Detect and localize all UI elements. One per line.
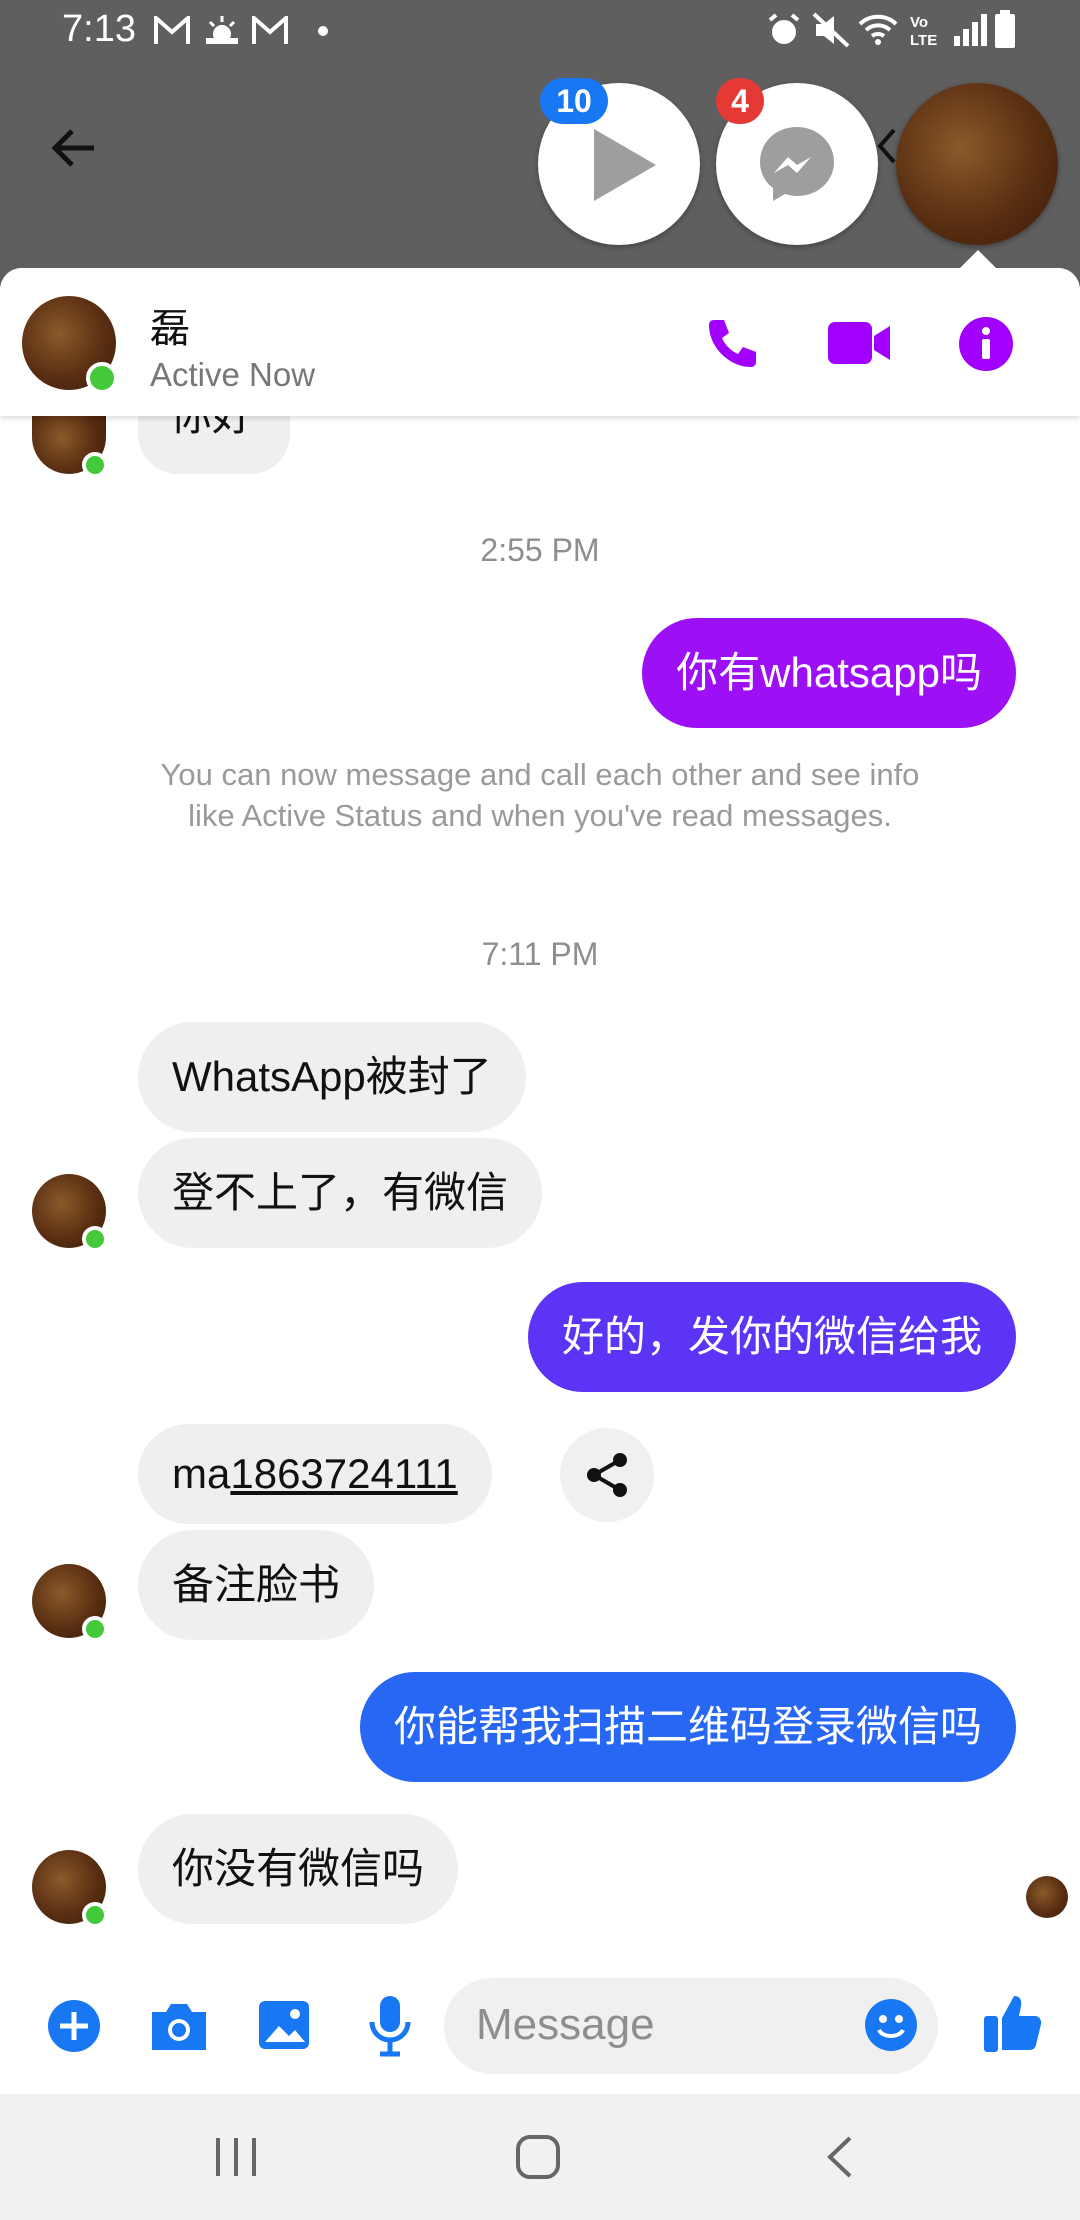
online-indicator [82, 1902, 108, 1928]
back-nav-icon[interactable] [822, 2134, 858, 2180]
message-placeholder: Message [476, 2000, 655, 2049]
system-nav-bar [0, 2094, 1080, 2220]
status-time: 7:13 [62, 8, 136, 50]
messenger-icon [760, 127, 834, 201]
phone-link[interactable]: 1863724111 [230, 1450, 457, 1497]
share-button[interactable] [560, 1428, 654, 1522]
online-indicator [82, 1226, 108, 1252]
gmail-icon [154, 16, 190, 44]
phone-call-icon[interactable] [704, 316, 760, 372]
message-bubble-incoming[interactable]: WhatsApp被封了 [138, 1022, 526, 1132]
back-arrow-icon[interactable] [44, 118, 104, 178]
svg-text:LTE: LTE [910, 32, 937, 49]
gmail-icon [252, 16, 288, 44]
message-bubble-incoming[interactable]: 备注脸书 [138, 1530, 375, 1640]
message-bubble-outgoing[interactable]: 好的，发你的微信给我 [527, 1282, 1016, 1392]
svg-text:Vo: Vo [910, 14, 928, 31]
status-bar: 7:13 Vo LTE [0, 0, 1080, 62]
online-indicator [86, 362, 118, 394]
signal-icon [954, 14, 987, 46]
gallery-icon[interactable] [256, 1998, 312, 2054]
message-bubble-outgoing[interactable]: 你有whatsapp吗 [642, 618, 1016, 728]
message-bubble-incoming[interactable]: 你好 [138, 416, 290, 474]
alarm-icon [768, 13, 800, 44]
thumbs-up-icon[interactable] [982, 1992, 1042, 2054]
message-text: ma [172, 1450, 231, 1497]
info-icon[interactable] [958, 316, 1014, 372]
message-bubble-incoming[interactable]: 你没有微信吗 [138, 1814, 459, 1924]
battery-icon [995, 10, 1015, 48]
contact-name[interactable]: 磊 [150, 296, 190, 354]
plus-icon[interactable] [46, 1998, 102, 2054]
mute-icon [812, 12, 850, 48]
chat-head-badge: 4 [716, 78, 764, 124]
microphone-icon[interactable] [366, 1994, 414, 2058]
chat-head-badge: 10 [540, 78, 608, 124]
online-indicator [82, 1616, 108, 1642]
recent-apps-icon[interactable] [212, 2134, 260, 2180]
emoji-icon[interactable] [864, 1998, 918, 2052]
timestamp: 7:11 PM [481, 936, 599, 972]
more-notifications-dot [318, 26, 328, 36]
system-notice: You can now message and call each other … [160, 757, 920, 833]
camera-icon[interactable] [148, 2000, 210, 2052]
video-call-icon[interactable] [826, 318, 892, 368]
chat-head-pointer [958, 250, 998, 270]
home-icon[interactable] [514, 2132, 562, 2182]
wifi-icon [858, 14, 898, 45]
chat-head-contact-avatar[interactable] [896, 83, 1058, 245]
message-bubble-incoming[interactable]: ma1863724111 [138, 1424, 492, 1524]
weather-icon [206, 16, 238, 44]
chevron-left-icon [877, 128, 896, 164]
timestamp: 2:55 PM [480, 532, 600, 568]
online-indicator [82, 452, 108, 478]
read-receipt-avatar [1026, 1876, 1068, 1918]
volte-icon: VoLTE [910, 14, 937, 49]
message-bubble-incoming[interactable]: 登不上了，有微信 [138, 1138, 543, 1248]
message-bubble-outgoing[interactable]: 你能帮我扫描二维码登录微信吗 [359, 1672, 1016, 1782]
contact-status: Active Now [150, 356, 316, 393]
share-icon [587, 1453, 627, 1497]
play-icon [594, 129, 656, 201]
